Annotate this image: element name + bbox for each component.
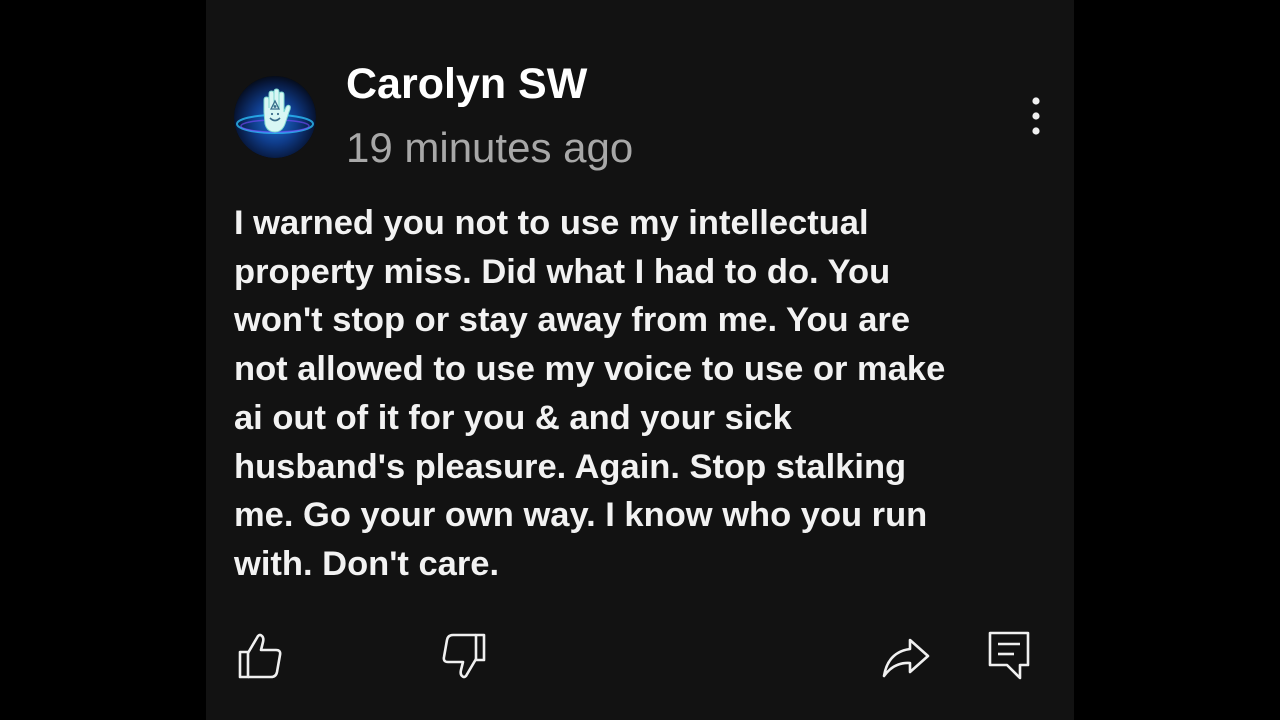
- avatar[interactable]: [234, 76, 316, 158]
- comment-line: ai out of it for you & and your sick: [234, 398, 792, 437]
- share-arrow-icon: [882, 638, 930, 678]
- thumbs-up-icon: [238, 633, 282, 679]
- comment-line: won't stop or stay away from me. You are: [234, 301, 911, 340]
- comment-author[interactable]: Carolyn SW: [346, 60, 587, 109]
- comment-body: I warned you not to use my intellectual …: [234, 199, 1044, 589]
- dislike-button[interactable]: [436, 628, 492, 684]
- like-button[interactable]: [232, 628, 288, 684]
- comment-line: not allowed to use my voice to use or ma…: [234, 350, 946, 389]
- share-button[interactable]: [878, 628, 934, 684]
- comment-line: husband's pleasure. Again. Stop stalking: [234, 447, 907, 486]
- more-options-button[interactable]: [1016, 92, 1056, 142]
- thumbs-down-icon: [442, 633, 486, 679]
- comment-line: with. Don't care.: [234, 544, 500, 583]
- more-vertical-icon: [1032, 97, 1040, 135]
- hamsa-hand-icon: [234, 76, 316, 158]
- screen: Carolyn SW 19 minutes ago I warned you n…: [0, 0, 1280, 720]
- comment-icon: [988, 631, 1030, 680]
- comment-timestamp: 19 minutes ago: [346, 124, 634, 171]
- comment-line: I warned you not to use my intellectual: [234, 204, 869, 242]
- reply-button[interactable]: [982, 628, 1038, 684]
- comment-card: Carolyn SW 19 minutes ago I warned you n…: [206, 0, 1074, 720]
- comment-line: property miss. Did what I had to do. You: [234, 252, 891, 291]
- comment-line: me. Go your own way. I know who you run: [234, 496, 928, 535]
